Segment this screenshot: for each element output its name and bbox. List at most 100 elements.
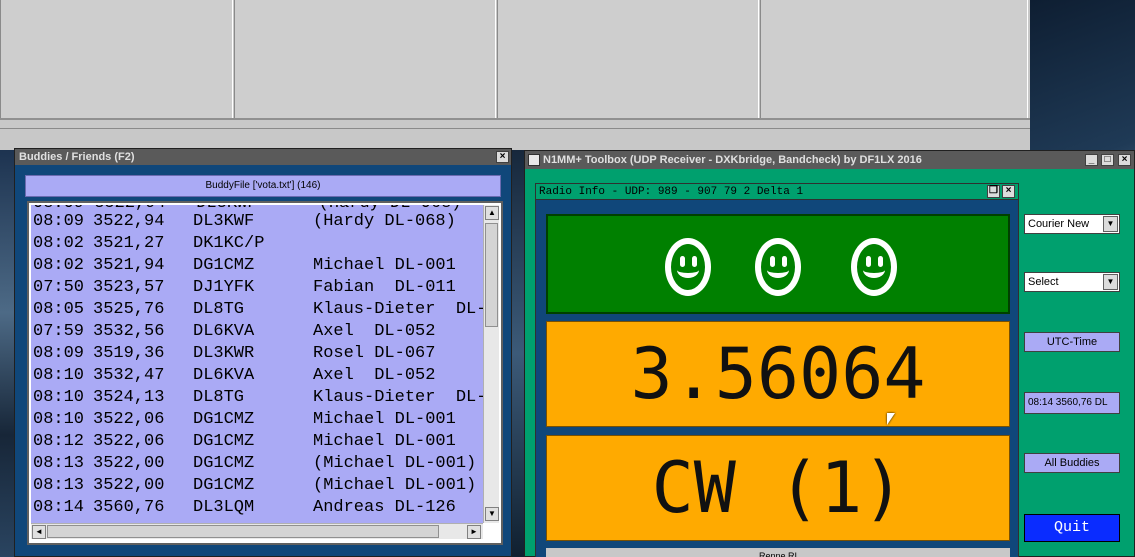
list-item-callsign: DJ1YFK xyxy=(193,278,255,297)
utc-time-button[interactable]: UTC-Time xyxy=(1024,332,1120,352)
list-item-frequency: 3522,94 xyxy=(93,212,165,231)
smiley-icon xyxy=(755,238,801,296)
background-grid-cell xyxy=(0,0,233,118)
list-item-name: Axel DL-052 xyxy=(313,322,436,341)
list-item-name: Andreas DL-126 xyxy=(313,498,456,517)
list-item-time: 08:14 xyxy=(33,498,85,517)
list-item-callsign: DG1CMZ xyxy=(193,410,255,429)
list-item-callsign: DL3KWR xyxy=(193,344,255,363)
list-item-name: (Michael DL-001) xyxy=(313,454,477,473)
list-item-callsign: DG1CMZ xyxy=(193,432,255,451)
scroll-right-arrow-icon[interactable]: ► xyxy=(467,525,481,539)
chevron-down-icon[interactable]: ▼ xyxy=(1103,216,1118,232)
buddies-window-title: Buddies / Friends (F2) xyxy=(19,151,135,163)
list-item-callsign: DG1CMZ xyxy=(193,256,255,275)
app-icon[interactable] xyxy=(528,154,540,166)
select-combo[interactable]: Select ▼ xyxy=(1024,272,1120,292)
vertical-scroll-thumb[interactable] xyxy=(485,223,498,327)
select-combo-value: Select xyxy=(1028,276,1059,288)
chevron-down-icon[interactable]: ▼ xyxy=(1103,274,1118,290)
list-item-callsign: DL8TG xyxy=(193,388,245,407)
quit-button[interactable]: Quit xyxy=(1024,514,1120,542)
mode-display: CW (1) xyxy=(546,435,1010,541)
list-item-callsign: DL3LQM xyxy=(193,498,255,517)
list-item-name: Michael DL-001 xyxy=(313,410,456,429)
font-select-value: Courier New xyxy=(1028,218,1090,230)
list-item-frequency: 3522,00 xyxy=(93,476,165,495)
scroll-up-arrow-icon[interactable]: ▲ xyxy=(485,206,499,220)
utc-readout: 08:14 3560,76 DL xyxy=(1024,392,1120,414)
buddy-list-frame: 08:09 3522,94 DL3KWF (Hardy DL-068) 08:09… xyxy=(27,201,503,545)
list-item-time: 07:50 xyxy=(33,278,85,297)
list-item-frequency: 3532,56 xyxy=(93,322,165,341)
list-item-callsign: DL6KVA xyxy=(193,322,255,341)
smiley-icon xyxy=(851,238,897,296)
list-item-time: 08:12 xyxy=(33,432,85,451)
radio-info-close-button[interactable]: × xyxy=(1002,185,1015,198)
list-item-time: 08:02 xyxy=(33,256,85,275)
background-grid-cell xyxy=(234,0,496,118)
list-item-time: 08:10 xyxy=(33,410,85,429)
list-item-frequency: 3521,94 xyxy=(93,256,165,275)
desktop-wallpaper xyxy=(0,150,14,557)
list-item-time: 08:05 xyxy=(33,300,85,319)
list-item-callsign: DG1CMZ xyxy=(193,476,255,495)
list-item-callsign: DL3KWF xyxy=(193,212,255,231)
horizontal-scrollbar[interactable]: ◄ ► xyxy=(31,523,483,539)
desktop-background-top xyxy=(0,0,1030,118)
list-item-frequency: 3525,76 xyxy=(93,300,165,319)
radio-info-titlebar[interactable]: Radio Info - UDP: 989 - 907 79 2 Delta 1 xyxy=(536,184,1018,200)
list-item-frequency: 3522,00 xyxy=(93,454,165,473)
toolbox-window: N1MM+ Toolbox (UDP Receiver - DXKbridge,… xyxy=(524,150,1135,557)
radio-info-restore-button[interactable]: ❐ xyxy=(987,185,1000,198)
mouse-cursor-icon xyxy=(887,413,895,425)
radio-info-title: Radio Info - UDP: 989 - 907 79 2 Delta 1 xyxy=(539,186,804,198)
list-item-callsign: DG1CMZ xyxy=(193,454,255,473)
font-select[interactable]: Courier New ▼ xyxy=(1024,214,1120,234)
list-item-name: Fabian DL-011 xyxy=(313,278,456,297)
list-item-name: Rosel DL-067 xyxy=(313,344,436,363)
list-item-name: Michael DL-001 xyxy=(313,256,456,275)
buddies-window: Buddies / Friends (F2) × BuddyFile ['vot… xyxy=(14,148,512,557)
toolbox-window-title: N1MM+ Toolbox (UDP Receiver - DXKbridge,… xyxy=(543,154,922,166)
buddies-titlebar[interactable]: Buddies / Friends (F2) xyxy=(15,149,511,165)
minimize-button[interactable]: _ xyxy=(1085,154,1098,166)
frequency-display: 3.56064 xyxy=(546,321,1010,427)
list-item-frequency: 3523,57 xyxy=(93,278,165,297)
list-item-name: (Michael DL-001) xyxy=(313,476,477,495)
radio-info-window: Radio Info - UDP: 989 - 907 79 2 Delta 1… xyxy=(535,183,1019,557)
list-item-frequency: 3519,36 xyxy=(93,344,165,363)
list-item-frequency: 3521,27 xyxy=(93,234,165,253)
vertical-scrollbar[interactable]: ▲ ▼ xyxy=(483,205,499,523)
list-item-frequency: 3560,76 xyxy=(93,498,165,517)
list-item-callsign: DL6KVA xyxy=(193,366,255,385)
status-smiley-panel xyxy=(546,214,1010,314)
background-grid-cell xyxy=(760,0,1028,118)
list-item-frequency: 3532,47 xyxy=(93,366,165,385)
all-buddies-button[interactable]: All Buddies xyxy=(1024,453,1120,473)
list-item-frequency: 3524,13 xyxy=(93,388,165,407)
list-item-frequency: 3522,06 xyxy=(93,432,165,451)
buddies-close-button[interactable]: × xyxy=(496,151,509,163)
horizontal-scroll-thumb[interactable] xyxy=(47,525,439,538)
scroll-down-arrow-icon[interactable]: ▼ xyxy=(485,507,499,521)
list-item-frequency: 3522,06 xyxy=(93,410,165,429)
list-item-name: Klaus-Dieter DL- xyxy=(313,300,483,319)
list-item-time: 08:02 xyxy=(33,234,85,253)
radio-info-bottom-button[interactable]: Renne RI xyxy=(546,548,1010,557)
maximize-button[interactable]: □ xyxy=(1101,154,1114,166)
toolbox-close-button[interactable]: × xyxy=(1118,154,1131,166)
desktop-wallpaper xyxy=(512,150,524,557)
smiley-icon xyxy=(665,238,711,296)
list-item-time: 08:09 xyxy=(33,212,85,231)
scroll-left-arrow-icon[interactable]: ◄ xyxy=(32,525,46,539)
list-item-name: Axel DL-052 xyxy=(313,366,436,385)
list-item-time: 08:13 xyxy=(33,476,85,495)
list-item-callsign: DK1KC/P xyxy=(193,234,265,253)
buddy-list[interactable]: 08:09 3522,94 DL3KWF (Hardy DL-068) 08:09… xyxy=(31,205,483,523)
list-item-callsign: DL8TG xyxy=(193,300,245,319)
buddyfile-button[interactable]: BuddyFile ['vota.txt'] (146) xyxy=(25,175,501,197)
list-item-name: Michael DL-001 xyxy=(313,432,456,451)
list-item-name: (Hardy DL-068) xyxy=(313,212,456,231)
toolbox-titlebar[interactable]: N1MM+ Toolbox (UDP Receiver - DXKbridge,… xyxy=(525,151,1134,169)
